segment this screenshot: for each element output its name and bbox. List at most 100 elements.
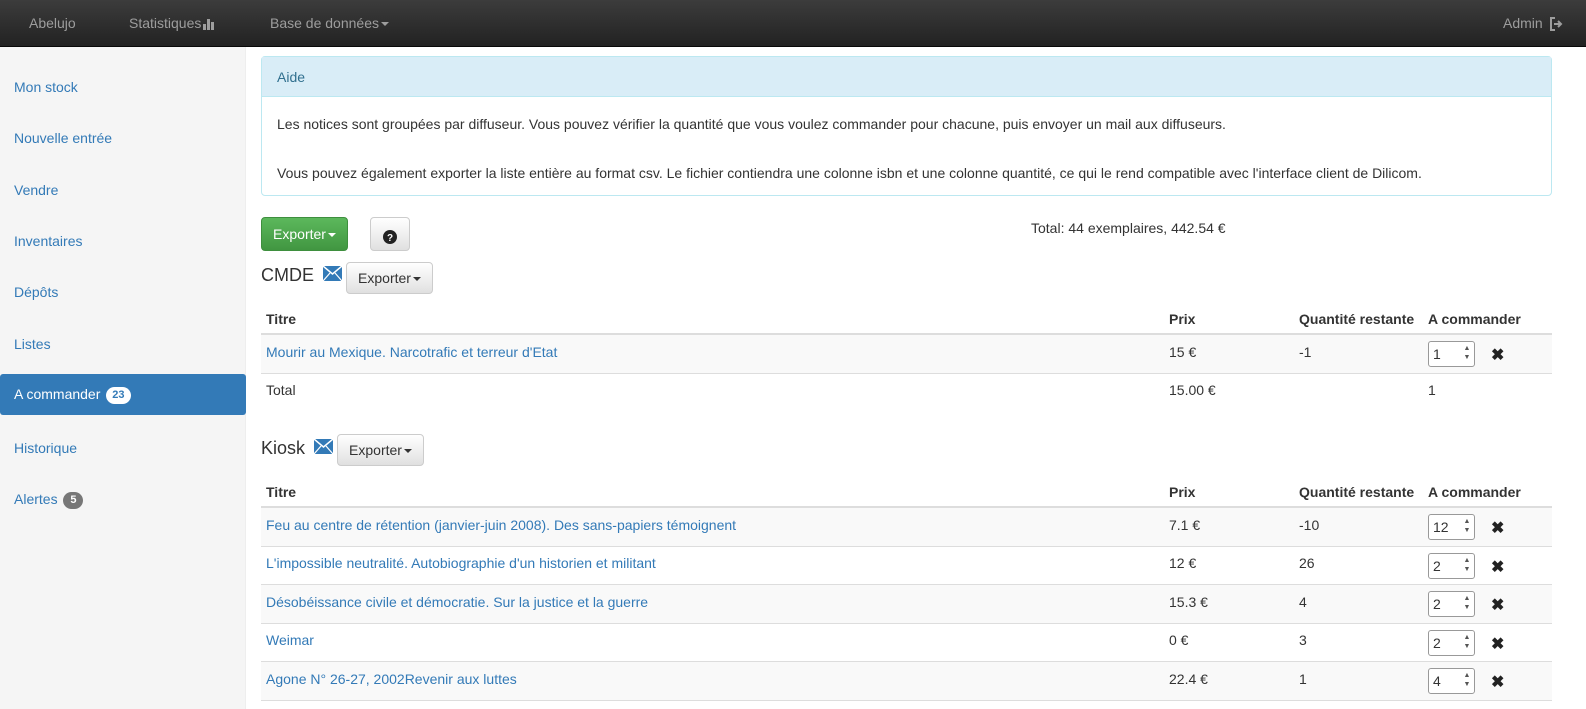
bar-chart-icon — [203, 19, 215, 31]
grand-total: Total: 44 exemplaires, 442.54 € — [1031, 220, 1226, 236]
book-title-link[interactable]: L'impossible neutralité. Autobiographie … — [266, 555, 656, 571]
spinner-arrows-icon[interactable]: ▲ ▼ — [1463, 671, 1471, 689]
column-header-remaining: Quantité restante — [1299, 484, 1415, 500]
book-title-link[interactable]: Mourir au Mexique. Narcotrafic et terreu… — [266, 344, 557, 360]
to-order-count-badge: 23 — [106, 386, 131, 404]
book-price: 15.3 € — [1169, 594, 1208, 610]
quantity-value: 2 — [1433, 596, 1441, 612]
export-label: Exporter — [349, 442, 402, 458]
export-all-button[interactable]: Exporter — [261, 217, 348, 251]
remove-icon[interactable]: ✖ — [1491, 518, 1504, 538]
sidebar: Mon stock Nouvelle entrée Vendre Inventa… — [0, 47, 246, 709]
book-price: 0 € — [1169, 632, 1189, 648]
column-header-to-order: A commander — [1428, 311, 1521, 327]
database-label: Base de données — [270, 15, 379, 31]
book-title-link[interactable]: Weimar — [266, 632, 314, 648]
chevron-down-icon — [327, 233, 336, 238]
book-price: 15 € — [1169, 344, 1197, 360]
export-label: Exporter — [273, 226, 326, 242]
spinner-arrows-icon[interactable]: ▲ ▼ — [1463, 556, 1471, 574]
envelope-icon[interactable] — [314, 439, 333, 454]
help-panel-title: Aide — [262, 57, 1551, 97]
envelope-icon[interactable] — [323, 266, 342, 281]
column-header-title: Titre — [266, 484, 297, 500]
spinner-arrows-icon[interactable]: ▲ ▼ — [1463, 594, 1471, 612]
group-title-cmde: CMDE — [261, 265, 314, 285]
column-header-price: Prix — [1169, 484, 1196, 500]
user-menu[interactable]: Admin — [1503, 0, 1563, 46]
quantity-stepper[interactable]: 2 ▲ ▼ — [1428, 591, 1475, 617]
question-circle-icon: ? — [383, 230, 397, 244]
sidebar-item-sell[interactable]: Vendre — [0, 170, 246, 210]
spinner-arrows-icon[interactable]: ▲ ▼ — [1463, 344, 1471, 362]
book-title-link[interactable]: Agone N° 26-27, 2002Revenir aux luttes — [266, 671, 517, 687]
chevron-down-icon — [412, 277, 421, 282]
remove-icon[interactable]: ✖ — [1491, 345, 1504, 365]
help-button[interactable]: ? — [370, 217, 410, 251]
spinner-arrows-icon[interactable]: ▲ ▼ — [1463, 517, 1471, 535]
chevron-down-icon — [403, 449, 412, 454]
column-header-remaining: Quantité restante — [1299, 311, 1415, 327]
remove-icon[interactable]: ✖ — [1491, 595, 1504, 615]
sidebar-item-inventories[interactable]: Inventaires — [0, 221, 246, 261]
book-price: 22.4 € — [1169, 671, 1208, 687]
book-price: 12 € — [1169, 555, 1197, 571]
sidebar-item-alerts[interactable]: Alertes 5 — [0, 479, 246, 519]
sidebar-item-new-entry[interactable]: Nouvelle entrée — [0, 118, 246, 158]
sidebar-item-lists[interactable]: Listes — [0, 324, 246, 364]
book-remaining: 26 — [1299, 555, 1315, 571]
chevron-down-icon — [380, 22, 389, 27]
sidebar-item-label: A commander — [14, 386, 101, 402]
quantity-value: 4 — [1433, 673, 1441, 689]
book-remaining: -1 — [1299, 344, 1312, 360]
row-divider — [261, 700, 1552, 701]
row-divider — [261, 373, 1552, 374]
help-panel: Aide Les notices sont groupées par diffu… — [261, 56, 1552, 196]
export-label: Exporter — [358, 270, 411, 286]
remove-icon[interactable]: ✖ — [1491, 672, 1504, 692]
row-divider — [261, 623, 1552, 624]
sidebar-item-label: Alertes — [14, 491, 58, 507]
book-remaining: -10 — [1299, 517, 1320, 533]
quantity-stepper[interactable]: 12 ▲ ▼ — [1428, 514, 1475, 540]
stats-menu[interactable]: Statistiques — [129, 0, 215, 46]
book-remaining: 1 — [1299, 671, 1307, 687]
quantity-stepper[interactable]: 4 ▲ ▼ — [1428, 668, 1475, 694]
quantity-stepper[interactable]: 1 ▲ ▼ — [1428, 341, 1475, 367]
quantity-value: 2 — [1433, 635, 1441, 651]
book-title-link[interactable]: Désobéissance civile et démocratie. Sur … — [266, 594, 648, 610]
quantity-value: 12 — [1433, 519, 1449, 535]
column-header-price: Prix — [1169, 311, 1196, 327]
quantity-value: 2 — [1433, 558, 1441, 574]
book-price: 7.1 € — [1169, 517, 1201, 533]
export-group-button[interactable]: Exporter — [337, 434, 424, 466]
top-navbar: Abelujo Statistiques Base de données Adm… — [0, 0, 1586, 47]
column-header-title: Titre — [266, 311, 297, 327]
brand-link[interactable]: Abelujo — [29, 0, 76, 46]
sidebar-item-deposits[interactable]: Dépôts — [0, 272, 246, 312]
logout-icon — [1549, 17, 1562, 32]
sidebar-item-stock[interactable]: Mon stock — [0, 67, 246, 107]
help-paragraph-1: Les notices sont groupées par diffuseur.… — [277, 116, 1226, 132]
group-total-price: 15.00 € — [1169, 382, 1216, 398]
group-total-quantity: 1 — [1428, 382, 1436, 398]
sidebar-item-to-order[interactable]: A commander 23 — [0, 374, 246, 415]
quantity-value: 1 — [1433, 346, 1441, 362]
svg-text:?: ? — [387, 233, 393, 244]
quantity-stepper[interactable]: 2 ▲ ▼ — [1428, 630, 1475, 656]
sidebar-item-history[interactable]: Historique — [0, 428, 246, 468]
alerts-count-badge: 5 — [63, 491, 84, 509]
book-remaining: 3 — [1299, 632, 1307, 648]
remove-icon[interactable]: ✖ — [1491, 634, 1504, 654]
row-divider — [261, 546, 1552, 547]
database-menu[interactable]: Base de données — [270, 0, 389, 46]
quantity-stepper[interactable]: 2 ▲ ▼ — [1428, 553, 1475, 579]
book-title-link[interactable]: Feu au centre de rétention (janvier-juin… — [266, 517, 736, 533]
user-label: Admin — [1503, 15, 1543, 31]
group-title-kiosk: Kiosk — [261, 438, 306, 458]
group-total-label: Total — [266, 382, 296, 398]
spinner-arrows-icon[interactable]: ▲ ▼ — [1463, 633, 1471, 651]
column-header-to-order: A commander — [1428, 484, 1521, 500]
export-group-button[interactable]: Exporter — [346, 262, 433, 294]
remove-icon[interactable]: ✖ — [1491, 557, 1504, 577]
